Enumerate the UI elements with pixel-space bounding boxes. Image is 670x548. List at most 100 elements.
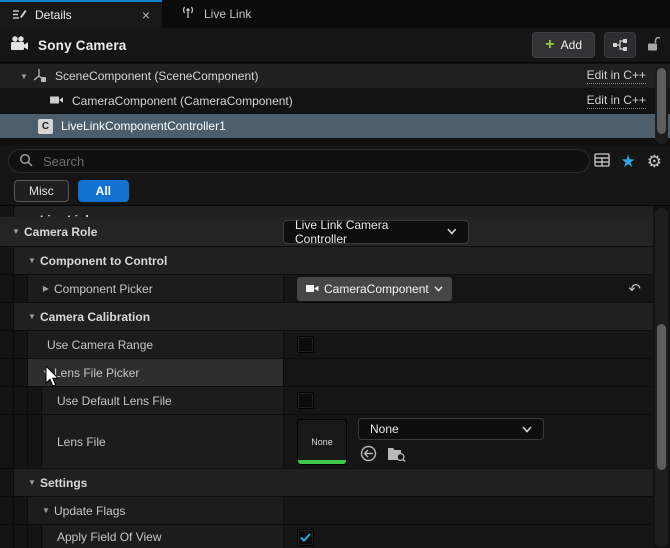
lens-file-dropdown[interactable]: None bbox=[358, 418, 544, 440]
edit-in-cpp-link[interactable]: Edit in C++ bbox=[587, 68, 646, 84]
expand-arrow-icon[interactable]: ▼ bbox=[16, 72, 32, 81]
expand-arrow-icon[interactable]: ▼ bbox=[24, 312, 40, 321]
tab-details-label: Details bbox=[35, 8, 72, 22]
tree-row-scene-component[interactable]: ▼ SceneComponent (SceneComponent) Edit i… bbox=[0, 64, 670, 88]
chevron-down-icon bbox=[522, 426, 532, 433]
indent-gutter bbox=[14, 331, 28, 358]
indent-gutter bbox=[0, 331, 14, 358]
check-icon bbox=[300, 533, 311, 542]
settings-gear-icon[interactable]: ⚙ bbox=[647, 153, 662, 170]
indent-gutter bbox=[0, 415, 14, 468]
search-row: ★ ⚙ bbox=[0, 146, 670, 176]
tree-scrollbar-thumb[interactable] bbox=[657, 68, 666, 134]
tab-bar: Details × Live Link bbox=[0, 0, 670, 28]
add-button-label: Add bbox=[561, 38, 582, 52]
actor-header: Sony Camera + Add bbox=[0, 28, 670, 63]
scene-component-icon bbox=[32, 68, 47, 85]
tree-item-label: SceneComponent (SceneComponent) bbox=[55, 69, 258, 83]
indent-gutter bbox=[0, 303, 14, 330]
filter-row: Misc All bbox=[0, 176, 670, 205]
search-input[interactable] bbox=[41, 153, 579, 170]
expand-arrow-icon[interactable]: ▼ bbox=[8, 227, 24, 236]
indent-gutter bbox=[14, 497, 28, 524]
display-grid-icon[interactable] bbox=[594, 153, 610, 170]
row-use-camera-range: Use Camera Range bbox=[0, 331, 653, 359]
close-tab-icon[interactable]: × bbox=[142, 8, 150, 22]
expand-arrow-icon[interactable]: ▼ bbox=[38, 368, 54, 377]
asset-type-color-bar bbox=[298, 460, 346, 464]
use-camera-range-checkbox[interactable] bbox=[297, 336, 314, 353]
unlock-icon[interactable] bbox=[645, 36, 660, 55]
camera-icon bbox=[306, 283, 319, 294]
indent-gutter bbox=[0, 469, 14, 496]
details-scrollbar[interactable] bbox=[655, 208, 668, 547]
component-to-control-label: Component to Control bbox=[40, 254, 167, 268]
row-settings[interactable]: ▼ Settings bbox=[0, 469, 653, 497]
camera-role-value: Live Link Camera Controller bbox=[295, 218, 438, 246]
indent-gutter bbox=[0, 387, 14, 414]
row-component-to-control[interactable]: ▼ Component to Control bbox=[0, 247, 653, 275]
component-picker-value: CameraComponent bbox=[324, 282, 429, 296]
search-box[interactable] bbox=[8, 149, 590, 173]
row-apply-field-of-view: Apply Field Of View bbox=[0, 525, 653, 548]
indent-gutter bbox=[0, 497, 14, 524]
indent-gutter bbox=[0, 525, 14, 548]
tree-item-label: LiveLinkComponentController1 bbox=[61, 119, 226, 133]
chevron-down-icon bbox=[434, 286, 443, 292]
lens-file-picker-label: Lens File Picker bbox=[54, 366, 139, 380]
indent-gutter bbox=[14, 275, 28, 302]
lens-file-label: Lens File bbox=[57, 435, 106, 449]
indent-gutter bbox=[0, 206, 14, 217]
row-use-default-lens-file: Use Default Lens File bbox=[0, 387, 653, 415]
indent-gutter bbox=[14, 387, 28, 414]
tab-live-link[interactable]: Live Link bbox=[168, 0, 263, 28]
indent-gutter bbox=[14, 415, 28, 468]
tab-details[interactable]: Details × bbox=[0, 0, 162, 28]
use-camera-range-label: Use Camera Range bbox=[47, 338, 153, 352]
indent-gutter bbox=[14, 525, 28, 548]
settings-label: Settings bbox=[40, 476, 87, 490]
use-default-lens-file-label: Use Default Lens File bbox=[57, 394, 172, 408]
component-picker-dropdown[interactable]: CameraComponent bbox=[297, 277, 452, 301]
indent-gutter bbox=[0, 247, 14, 274]
row-camera-role[interactable]: ▼ Camera Role Live Link Camera Controlle… bbox=[0, 217, 653, 247]
edit-blueprint-button[interactable] bbox=[604, 32, 636, 58]
details-grid: ▶ Live Link ▼ Camera Role Live Link Came… bbox=[0, 205, 670, 548]
expand-arrow-icon[interactable]: ▼ bbox=[38, 506, 54, 515]
expand-arrow-icon[interactable]: ▼ bbox=[24, 478, 40, 487]
reset-to-default-icon[interactable]: ↶ bbox=[628, 280, 641, 298]
use-default-lens-file-checkbox[interactable] bbox=[297, 392, 314, 409]
favorites-star-icon[interactable]: ★ bbox=[621, 153, 636, 170]
lens-file-value: None bbox=[370, 422, 399, 436]
tree-row-camera-component[interactable]: CameraComponent (CameraComponent) Edit i… bbox=[0, 89, 670, 113]
indent-gutter bbox=[28, 387, 42, 414]
use-selected-asset-icon[interactable] bbox=[360, 445, 377, 465]
edit-in-cpp-link[interactable]: Edit in C++ bbox=[587, 93, 646, 109]
filter-all-button[interactable]: All bbox=[78, 180, 129, 202]
row-camera-calibration[interactable]: ▼ Camera Calibration bbox=[0, 303, 653, 331]
row-lens-file: Lens File None None bbox=[0, 415, 653, 469]
indent-gutter bbox=[28, 525, 42, 548]
tree-row-livelink-controller-selected[interactable]: C LiveLinkComponentController1 bbox=[0, 114, 670, 138]
lens-file-asset-thumbnail[interactable]: None bbox=[297, 419, 347, 465]
add-component-button[interactable]: + Add bbox=[532, 32, 595, 58]
component-icon: C bbox=[38, 119, 53, 134]
actor-title: Sony Camera bbox=[38, 38, 127, 53]
tree-item-label: CameraComponent (CameraComponent) bbox=[72, 94, 293, 108]
collapse-arrow-icon[interactable]: ▶ bbox=[38, 284, 54, 293]
tree-scrollbar[interactable] bbox=[655, 65, 668, 144]
chevron-down-icon bbox=[447, 228, 457, 235]
filter-misc-button[interactable]: Misc bbox=[14, 180, 69, 202]
live-link-signal-icon bbox=[180, 5, 196, 23]
filter-misc-label: Misc bbox=[29, 184, 54, 198]
row-lens-file-picker: ▼ Lens File Picker bbox=[0, 359, 653, 387]
category-live-link-clipped[interactable]: ▶ Live Link bbox=[0, 206, 653, 217]
apply-field-of-view-checkbox[interactable] bbox=[297, 529, 314, 546]
plus-icon: + bbox=[545, 37, 554, 53]
camera-role-dropdown[interactable]: Live Link Camera Controller bbox=[283, 220, 469, 244]
details-scrollbar-thumb[interactable] bbox=[657, 324, 666, 470]
browse-to-asset-icon[interactable] bbox=[387, 446, 406, 465]
expand-arrow-icon[interactable]: ▼ bbox=[24, 256, 40, 265]
node-graph-icon bbox=[612, 38, 628, 52]
thumbnail-label: None bbox=[311, 437, 333, 447]
